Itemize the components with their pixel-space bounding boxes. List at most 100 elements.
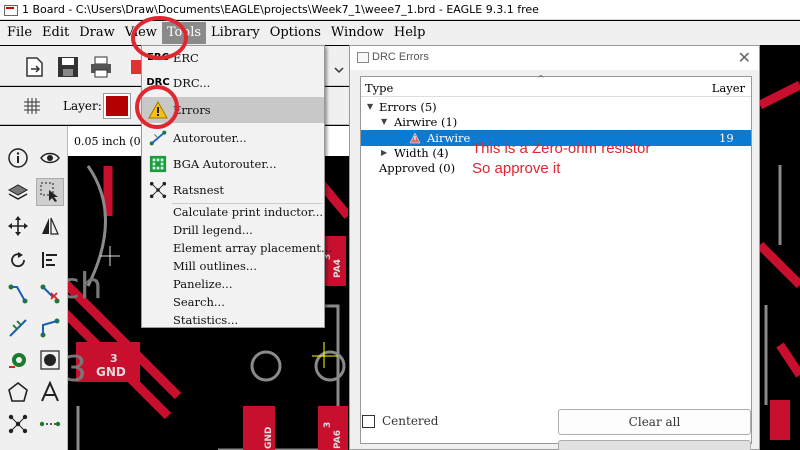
mirror-button[interactable]: [36, 212, 64, 240]
menu-item-drill-legend[interactable]: Drill legend...: [142, 220, 324, 239]
tree-node-errors[interactable]: ▼ Errors (5): [361, 99, 751, 115]
autorouter-icon: [146, 128, 170, 148]
measure-icon: [39, 421, 61, 427]
rotate-button[interactable]: [4, 246, 32, 274]
menu-item-ratsnest[interactable]: Ratsnest: [142, 177, 324, 203]
eye-icon: [40, 152, 60, 164]
text-icon: [41, 381, 59, 402]
expanded-arrow-icon[interactable]: ▼: [367, 99, 373, 115]
save-icon: [58, 57, 78, 77]
open-file-icon: [26, 57, 43, 77]
select-button[interactable]: [36, 178, 64, 206]
airwire-layer: 19: [719, 131, 734, 145]
layer-select[interactable]: [103, 93, 131, 119]
pcb-gnd-label: GND: [264, 427, 274, 449]
menu-file[interactable]: File: [2, 22, 37, 44]
bga-icon: [146, 154, 170, 174]
close-icon[interactable]: ✕: [738, 48, 751, 67]
column-layer[interactable]: Layer: [712, 81, 745, 95]
drc-errors-dialog: DRC Errors ✕ Type ^ Layer ▼ Errors (5) ▼…: [349, 45, 760, 450]
split-icon: [9, 319, 27, 337]
open-file-button[interactable]: [22, 54, 48, 80]
menu-item-panelize[interactable]: Panelize...: [142, 274, 324, 293]
layers-icon: [7, 184, 29, 200]
measure-button[interactable]: [36, 410, 64, 438]
expanded-arrow-icon[interactable]: ▼: [381, 114, 387, 130]
centered-label: Centered: [382, 414, 439, 428]
pcb-drawing-right: [760, 80, 800, 440]
pcb-pa6-number: 3: [323, 422, 333, 428]
menu-item-bga-autorouter[interactable]: BGA Autorouter...: [142, 151, 324, 177]
menu-window[interactable]: Window: [326, 22, 389, 44]
annotation-text-line1: This is a Zero-ohm resistor: [472, 140, 651, 157]
move-button[interactable]: [4, 212, 32, 240]
pcb-pa6-label: PA6: [333, 430, 343, 449]
dialog-title: DRC Errors: [372, 51, 429, 63]
menu-library[interactable]: Library: [206, 22, 265, 44]
window-title-bar: 1 Board - C:\Users\Draw\Documents\EAGLE\…: [0, 0, 800, 20]
save-button[interactable]: [55, 54, 81, 80]
tree-node-airwire-group[interactable]: ▼ Airwire (1): [361, 114, 751, 130]
pad-button[interactable]: [36, 346, 64, 374]
grid-button[interactable]: [20, 94, 44, 118]
polygon-button[interactable]: [4, 378, 32, 406]
mirror-icon: [42, 217, 59, 235]
via-icon: [9, 353, 26, 368]
pcb-silkscreen-3: 3: [68, 349, 87, 390]
optimize-icon: [40, 318, 60, 338]
show-button[interactable]: [36, 144, 64, 172]
cam-button[interactable]: [124, 54, 143, 80]
pcb-pad-number: 3: [110, 352, 118, 365]
ripup-icon: [40, 284, 60, 304]
menu-item-statistics[interactable]: Statistics...: [142, 310, 324, 329]
menu-item-mill-outlines[interactable]: Mill outlines...: [142, 256, 324, 275]
print-icon: [91, 56, 111, 78]
split-button[interactable]: [4, 314, 32, 342]
clear-all-button[interactable]: Clear all: [558, 409, 751, 435]
align-button[interactable]: [36, 246, 64, 274]
layers-button[interactable]: [4, 178, 32, 206]
ratsnest-tool-button[interactable]: [4, 410, 32, 438]
pcb-silkscreen-ch: ch: [68, 266, 103, 307]
menu-help[interactable]: Help: [389, 22, 431, 44]
window-title: 1 Board - C:\Users\Draw\Documents\EAGLE\…: [22, 3, 539, 16]
route-button[interactable]: [4, 280, 32, 308]
pad-icon: [40, 350, 60, 370]
dialog-icon: [357, 52, 369, 63]
print-button[interactable]: [88, 54, 114, 80]
via-button[interactable]: [4, 346, 32, 374]
pcb-pad-net: GND: [96, 365, 126, 379]
tree-header: Type ^ Layer: [361, 75, 751, 97]
ratsnest-icon: [146, 180, 170, 200]
sort-indicator-icon: ^: [537, 75, 545, 85]
centered-checkbox[interactable]: [362, 415, 375, 428]
pcb-canvas-right[interactable]: [760, 45, 800, 450]
info-button[interactable]: [4, 144, 32, 172]
menu-item-search[interactable]: Search...: [142, 292, 324, 311]
toolbar-arrow-button[interactable]: [328, 54, 348, 80]
route-icon: [8, 284, 28, 304]
optimize-button[interactable]: [36, 314, 64, 342]
select-arrow-icon: [40, 182, 58, 202]
menu-bar: File Edit Draw View Tools Library Option…: [0, 21, 800, 45]
menu-edit[interactable]: Edit: [37, 22, 74, 44]
layer-color-swatch: [106, 96, 128, 116]
align-icon: [42, 252, 57, 268]
annotation-text-line2: So approve it: [472, 160, 561, 177]
menu-options[interactable]: Options: [265, 22, 326, 44]
menu-item-element-array-placement[interactable]: Element array placement...: [142, 238, 332, 257]
text-button[interactable]: [36, 378, 64, 406]
collapsed-arrow-icon[interactable]: ▶: [381, 145, 387, 161]
dialog-title-bar: DRC Errors ✕: [350, 46, 759, 70]
column-type[interactable]: Type: [365, 81, 393, 95]
annotation-circle-errors: [135, 85, 179, 129]
ripup-button[interactable]: [36, 280, 64, 308]
tool-palette: [0, 126, 68, 450]
drc-error-tree[interactable]: Type ^ Layer ▼ Errors (5) ▼ Airwire (1) …: [360, 75, 752, 444]
menu-item-calculate-print-inductor[interactable]: Calculate print inductor...: [142, 202, 324, 221]
secondary-button[interactable]: [558, 440, 751, 450]
grid-icon: [24, 98, 40, 114]
menu-draw[interactable]: Draw: [74, 22, 120, 44]
pcb-pa4-label: PA4: [333, 259, 343, 278]
menu-item-autorouter[interactable]: Autorouter...: [142, 125, 324, 151]
